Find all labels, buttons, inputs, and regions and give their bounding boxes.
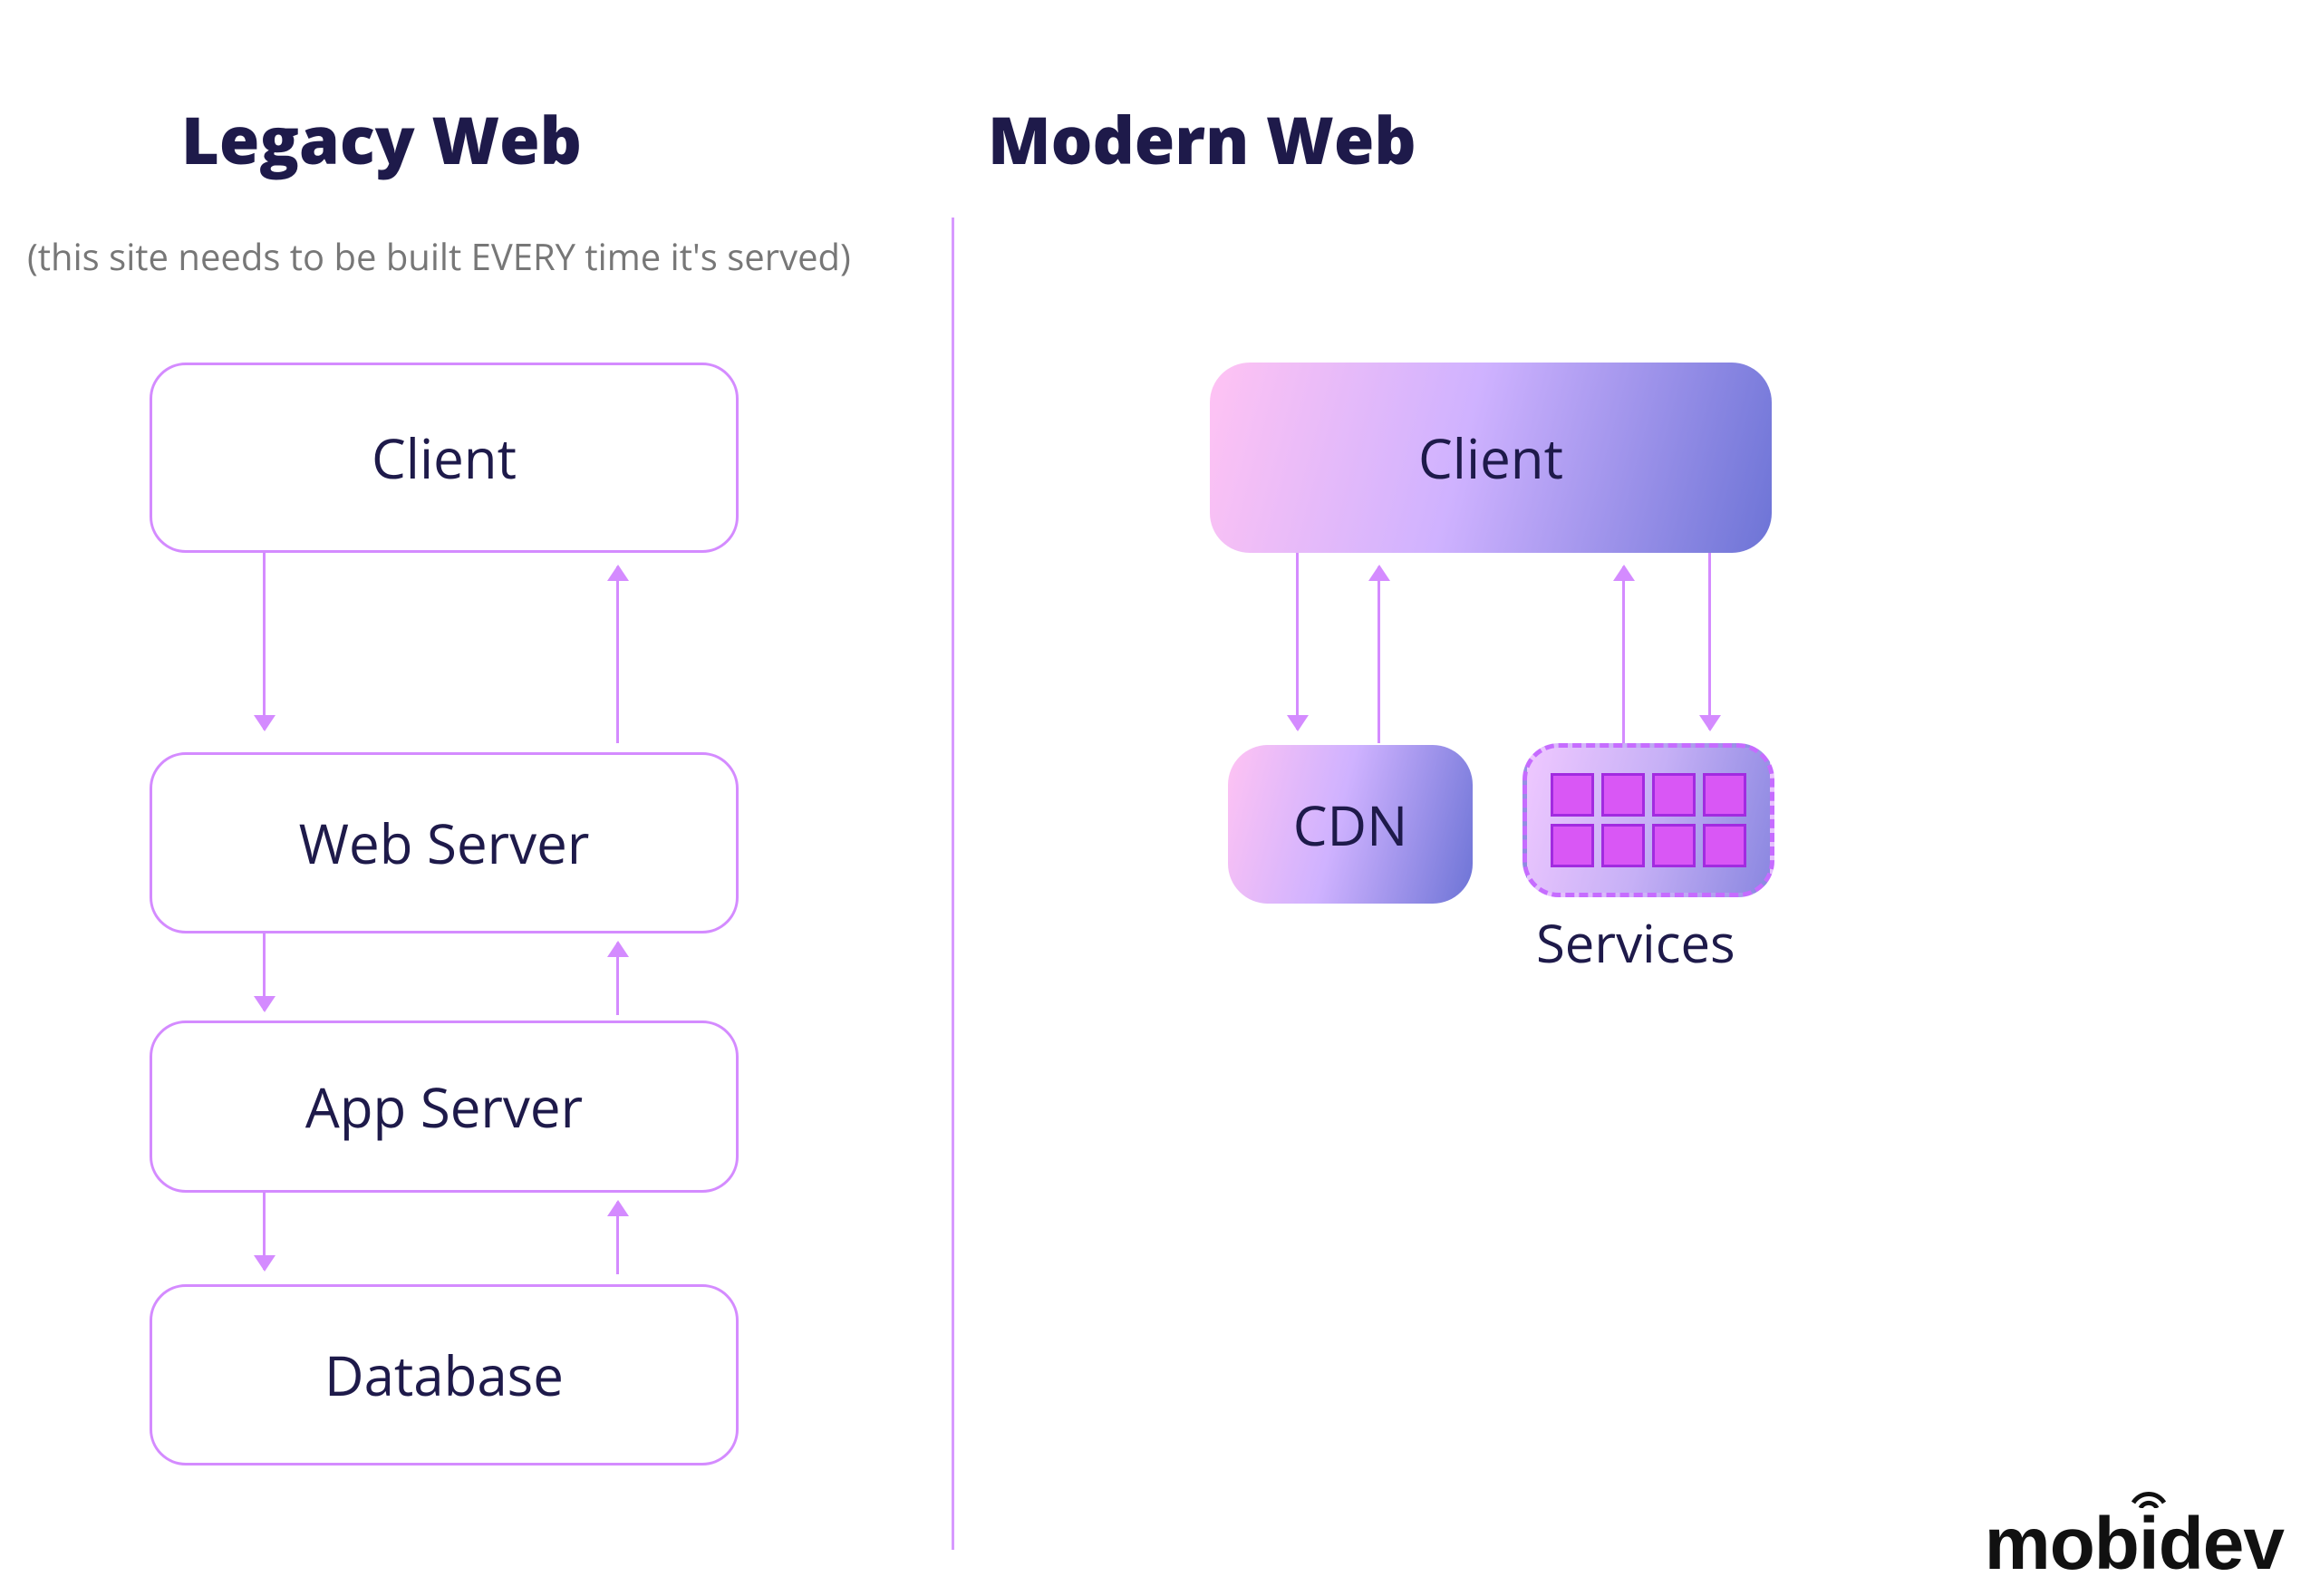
brand-logo: mobi dev [1985, 1502, 2284, 1587]
legacy-appserver-label: App Server [305, 1069, 583, 1144]
arrow-client-to-web-down [263, 553, 266, 730]
legacy-client-box: Client [150, 363, 739, 553]
legacy-title: Legacy Web [181, 95, 582, 184]
wifi-icon [2130, 1481, 2168, 1508]
arrow-client-to-services-down [1708, 553, 1711, 730]
arrow-app-to-db-down [263, 1193, 266, 1270]
modern-services-label: Services [1536, 906, 1735, 978]
arrow-web-to-client-up [616, 566, 619, 743]
arrow-cdn-to-client-up [1378, 566, 1380, 743]
modern-services-box [1522, 743, 1774, 897]
arrow-client-to-cdn-down [1296, 553, 1299, 730]
modern-client-box: Client [1210, 363, 1772, 553]
legacy-webserver-label: Web Server [299, 806, 590, 880]
legacy-client-label: Client [372, 421, 517, 495]
modern-client-label: Client [1418, 421, 1563, 495]
modern-cdn-label: CDN [1293, 788, 1408, 862]
arrow-db-to-app-up [616, 1202, 619, 1274]
modern-cdn-box: CDN [1228, 745, 1473, 904]
legacy-database-label: Database [324, 1338, 564, 1412]
arrow-app-to-web-up [616, 943, 619, 1015]
column-divider [952, 218, 954, 1550]
legacy-appserver-box: App Server [150, 1020, 739, 1193]
legacy-webserver-box: Web Server [150, 752, 739, 933]
legacy-database-box: Database [150, 1284, 739, 1465]
legacy-subtitle: (this site needs to be built EVERY time … [27, 231, 851, 281]
arrow-services-to-client-up [1622, 566, 1625, 743]
services-grid-icon [1551, 773, 1746, 867]
arrow-web-to-app-down [263, 933, 266, 1011]
diagram-canvas: Legacy Web Modern Web (this site needs t… [0, 0, 2320, 1596]
modern-title: Modern Web [988, 95, 1416, 184]
